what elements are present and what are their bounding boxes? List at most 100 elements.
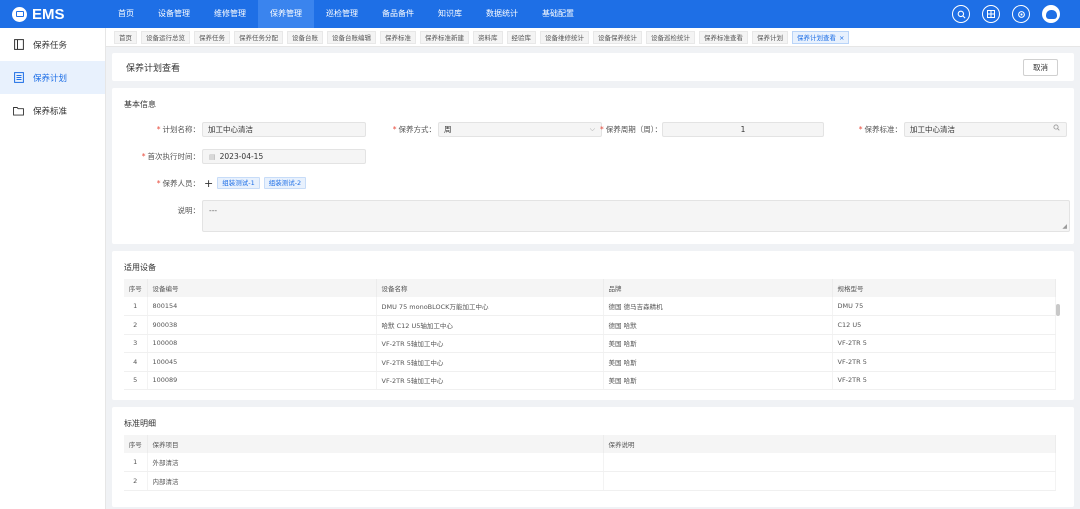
top-bar: EMS 首页 设备管理 维修管理 保养管理 巡检管理 备品备件 知识库 数据统计… xyxy=(0,0,1080,28)
table-row[interactable]: 1 外部清洁 xyxy=(124,453,1056,472)
standard-label: * 保养标准： xyxy=(858,125,902,134)
cancel-button[interactable]: 取消 xyxy=(1023,58,1058,76)
topnav-config[interactable]: 基础配置 xyxy=(530,0,586,28)
table-cell: DMU 75 monoBLOCK万能加工中心 xyxy=(376,297,604,316)
column-header: 品牌 xyxy=(603,279,833,297)
column-header: 序号 xyxy=(124,279,148,297)
sidebar-item-maintenance-task[interactable]: 保养任务 xyxy=(0,28,105,61)
table-header-row: 序号 保养项目 保养说明 xyxy=(124,435,1056,453)
resize-handle-icon[interactable]: ◢ xyxy=(1062,223,1067,230)
topnav-statistics[interactable]: 数据统计 xyxy=(474,0,530,28)
table-cell: 3 xyxy=(124,334,148,353)
table-cell: 美国 哈斯 xyxy=(603,371,833,390)
column-header: 设备编号 xyxy=(147,279,377,297)
description-value: --- xyxy=(209,206,218,215)
app-logo[interactable]: EMS xyxy=(0,0,106,28)
tab-inspection-stats[interactable]: 设备巡检统计 xyxy=(646,30,695,44)
sidebar-item-maintenance-plan[interactable]: 保养计划 xyxy=(0,61,105,94)
cycle-field[interactable]: 1 xyxy=(662,122,824,137)
column-header: 规格型号 xyxy=(832,279,1056,297)
table-cell: 100089 xyxy=(147,371,377,390)
table-header-row: 序号 设备编号 设备名称 品牌 规格型号 xyxy=(124,279,1056,297)
table-cell: 800154 xyxy=(147,297,377,316)
section-title: 标准明细 xyxy=(124,419,156,428)
description-textarea[interactable]: --- ◢ xyxy=(202,200,1070,232)
staff-tag[interactable]: 组装测试-2 xyxy=(263,177,307,189)
table-cell: 1 xyxy=(124,297,148,316)
tab-document-library[interactable]: 资料库 xyxy=(473,30,503,44)
tab-standard-view[interactable]: 保养标准查看 xyxy=(699,30,748,44)
topnav-home[interactable]: 首页 xyxy=(106,0,146,28)
staff-label: * 保养人员： xyxy=(156,178,200,188)
topnav-inspection[interactable]: 巡检管理 xyxy=(314,0,370,28)
method-label: * 保养方式： xyxy=(392,125,436,134)
tab-home[interactable]: 首页 xyxy=(114,30,137,44)
table-cell: 美国 哈斯 xyxy=(603,334,833,353)
equipment-card: 适用设备 序号 设备编号 设备名称 品牌 规格型号 1 800154 DMU 7… xyxy=(112,251,1074,400)
column-header: 序号 xyxy=(124,435,148,453)
table-cell: 4 xyxy=(124,352,148,372)
table-cell: VF-2TR 5 xyxy=(832,352,1056,372)
settings-icon[interactable] xyxy=(1012,5,1030,23)
tab-equipment-ledger[interactable]: 设备台账 xyxy=(287,30,323,44)
topnav-maintenance[interactable]: 保养管理 xyxy=(258,0,314,28)
user-avatar-icon[interactable] xyxy=(1042,5,1060,23)
table-cell: VF-2TR 5 xyxy=(832,371,1056,390)
topnav-repair[interactable]: 维修管理 xyxy=(202,0,258,28)
table-row[interactable]: 5 100089 VF-2TR 5轴加工中心 美国 哈斯 VF-2TR 5 xyxy=(124,371,1056,390)
table-cell: C12 U5 xyxy=(832,315,1056,335)
plan-name-field[interactable]: 加工中心清洁 xyxy=(202,122,366,137)
table-row[interactable]: 4 100045 VF-2TR 5轴加工中心 美国 哈斯 VF-2TR 5 xyxy=(124,352,1056,372)
method-select[interactable]: 周 ⌵ xyxy=(438,122,602,137)
tab-maintenance-task[interactable]: 保养任务 xyxy=(194,30,230,44)
column-header: 保养说明 xyxy=(603,435,1056,453)
logo-icon xyxy=(12,6,27,22)
tab-task-assignment[interactable]: 保养任务分配 xyxy=(234,30,283,44)
page-title: 保养计划查看 xyxy=(126,63,181,74)
standard-detail-card: 标准明细 序号 保养项目 保养说明 1 外部清洁 2 内部清洁 xyxy=(112,407,1074,507)
tab-maintenance-plan[interactable]: 保养计划 xyxy=(752,30,788,44)
table-cell: VF-2TR 5 xyxy=(832,334,1056,353)
tab-repair-stats[interactable]: 设备维修统计 xyxy=(540,30,589,44)
standard-select[interactable]: 加工中心清洁 xyxy=(904,122,1067,137)
topnav-knowledge[interactable]: 知识库 xyxy=(426,0,474,28)
tab-bar: 首页 设备运行总览 保养任务 保养任务分配 设备台账 设备台账编辑 保养标准 保… xyxy=(106,28,1080,47)
basic-info-card: 基本信息 * 计划名称： 加工中心清洁 * 保养方式： 周 ⌵ * 保养周期（周）： … xyxy=(112,88,1074,244)
table-cell: 100008 xyxy=(147,334,377,353)
grid-icon[interactable] xyxy=(982,5,1000,23)
table-row[interactable]: 3 100008 VF-2TR 5轴加工中心 美国 哈斯 VF-2TR 5 xyxy=(124,334,1056,353)
table-cell: 100045 xyxy=(147,352,377,372)
tab-equipment-overview[interactable]: 设备运行总览 xyxy=(141,30,190,44)
tab-standard-new[interactable]: 保养标准新建 xyxy=(420,30,469,44)
add-staff-icon[interactable]: + xyxy=(204,178,213,189)
topnav-spare-parts[interactable]: 备品备件 xyxy=(370,0,426,28)
first-time-label: * 首次执行时间： xyxy=(141,152,200,161)
table-scrollbar[interactable] xyxy=(1056,304,1060,316)
table-cell xyxy=(603,471,1056,491)
tab-maintenance-stats[interactable]: 设备保养统计 xyxy=(593,30,642,44)
top-nav: 首页 设备管理 维修管理 保养管理 巡检管理 备品备件 知识库 数据统计 基础配… xyxy=(106,0,586,28)
table-row[interactable]: 2 内部清洁 xyxy=(124,471,1056,491)
folder-icon xyxy=(13,105,24,117)
standard-table: 序号 保养项目 保养说明 1 外部清洁 2 内部清洁 xyxy=(124,435,1056,491)
close-icon[interactable]: × xyxy=(839,34,844,42)
sidebar: 保养任务 保养计划 保养标准 xyxy=(0,28,106,509)
section-title: 适用设备 xyxy=(124,263,156,272)
tab-experience-library[interactable]: 经验库 xyxy=(506,30,536,44)
tab-ledger-edit[interactable]: 设备台账编辑 xyxy=(327,30,376,44)
tab-maintenance-standard[interactable]: 保养标准 xyxy=(380,30,416,44)
search-icon[interactable] xyxy=(952,5,970,23)
table-cell: 1 xyxy=(124,453,148,472)
tab-plan-view[interactable]: 保养计划查看 × xyxy=(792,30,850,44)
first-time-field[interactable]: ▤ 2023-04-15 xyxy=(202,149,366,164)
search-icon xyxy=(1053,123,1060,136)
first-time-value: 2023-04-15 xyxy=(219,152,264,161)
table-cell: 5 xyxy=(124,371,148,390)
sidebar-item-maintenance-standard[interactable]: 保养标准 xyxy=(0,94,105,127)
table-row[interactable]: 1 800154 DMU 75 monoBLOCK万能加工中心 德国 德马吉森精… xyxy=(124,297,1056,316)
table-cell: VF-2TR 5轴加工中心 xyxy=(376,334,604,353)
table-cell: 内部清洁 xyxy=(147,471,604,491)
staff-tag[interactable]: 组装测试-1 xyxy=(217,177,260,189)
table-row[interactable]: 2 900038 哈默 C12 U5轴加工中心 德国 哈默 C12 U5 xyxy=(124,315,1056,335)
topnav-equipment[interactable]: 设备管理 xyxy=(146,0,202,28)
